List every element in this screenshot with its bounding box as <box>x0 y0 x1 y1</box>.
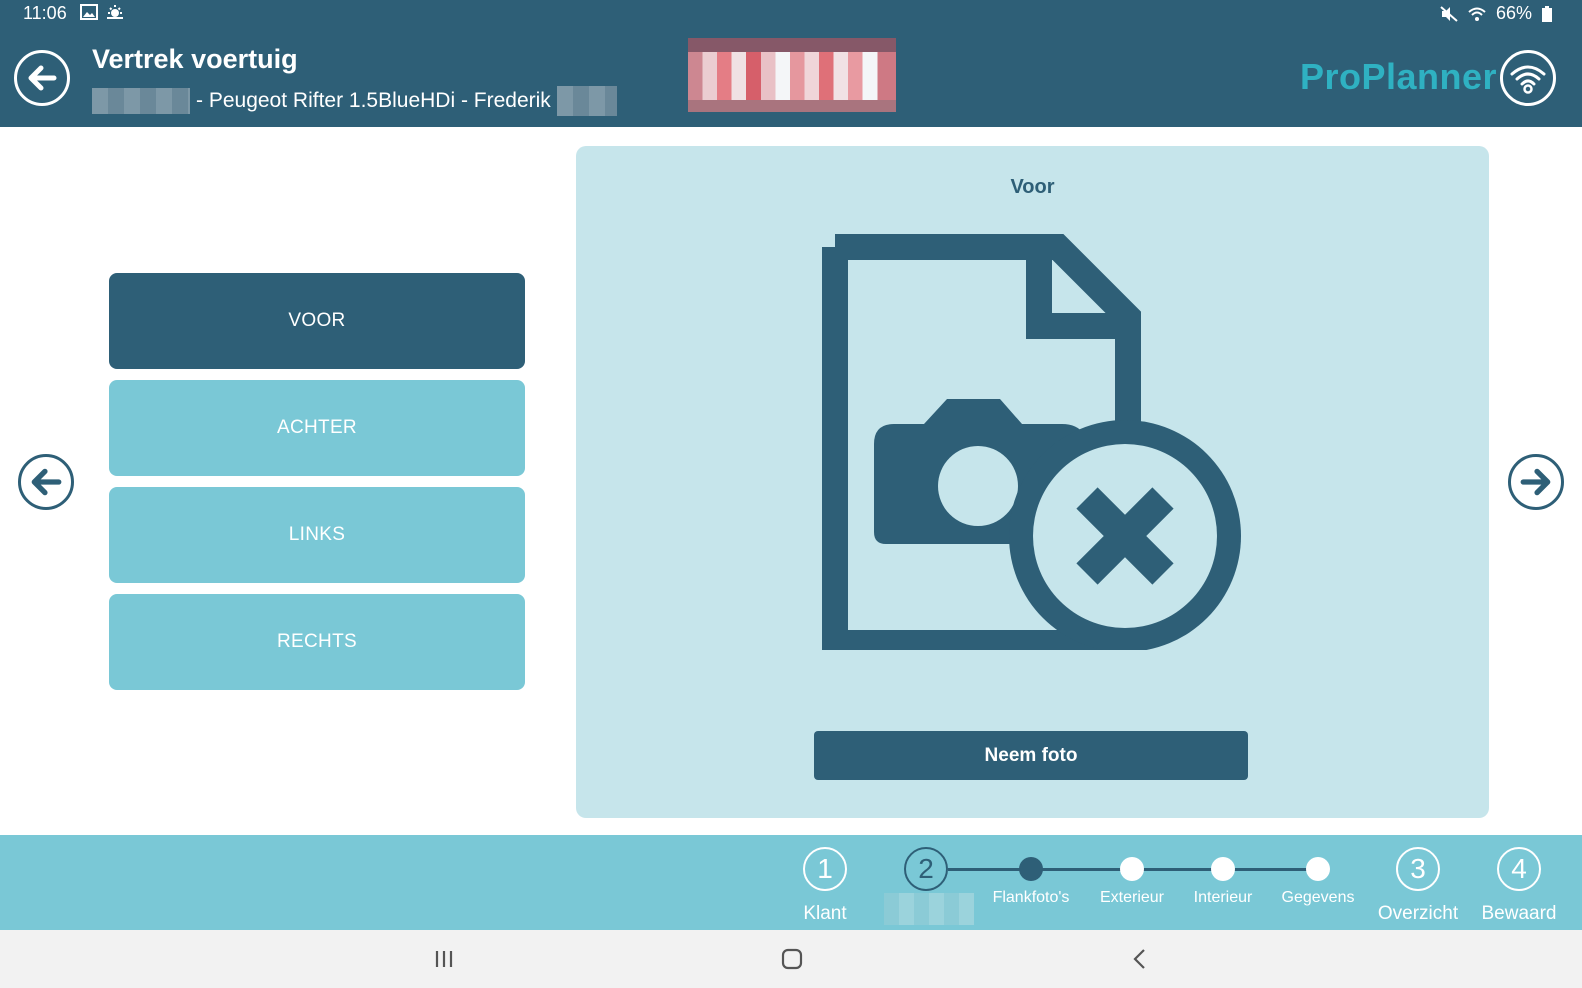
wifi-status-icon <box>1468 7 1486 21</box>
substep-dot-interieur[interactable] <box>1211 857 1235 881</box>
substep-label-gegevens: Gegevens <box>1281 889 1355 906</box>
recent-apps-button[interactable] <box>431 946 457 972</box>
substep-label-flankfotos: Flankfoto's <box>992 889 1070 906</box>
arrow-left-icon <box>31 468 62 496</box>
gallery-icon <box>80 4 98 20</box>
previous-button[interactable] <box>18 454 74 510</box>
substep-dot-flankfotos[interactable] <box>1019 857 1043 881</box>
side-selector: VOOR ACHTER LINKS RECHTS <box>109 273 525 690</box>
step-3-label: Overzicht <box>1377 903 1459 924</box>
substep-label-exterieur: Exterieur <box>1099 889 1165 906</box>
step-1-label: Klant <box>803 903 847 924</box>
weather-icon <box>107 5 123 19</box>
step-3-circle[interactable]: 3 <box>1396 847 1440 891</box>
arrow-left-icon <box>28 65 57 91</box>
vehicle-description: - Peugeot Rifter 1.5BlueHDi - Frederik <box>196 89 551 112</box>
side-button-achter[interactable]: ACHTER <box>109 380 525 476</box>
battery-icon <box>1542 5 1552 22</box>
home-icon <box>781 948 803 970</box>
step-2-circle[interactable]: 2 <box>904 847 948 891</box>
next-button[interactable] <box>1508 454 1564 510</box>
status-time: 11:06 <box>23 3 67 23</box>
substep-dot-gegevens[interactable] <box>1306 857 1330 881</box>
step-4-circle[interactable]: 4 <box>1497 847 1541 891</box>
side-button-rechts[interactable]: RECHTS <box>109 594 525 690</box>
photo-panel: Voor Neem foto <box>576 146 1489 818</box>
app-header: 11:06 66% Vertrek voertuig - Peugeot Rif… <box>0 0 1582 127</box>
redacted-license-plate <box>688 38 896 112</box>
page-title: Vertrek voertuig <box>92 44 298 74</box>
system-navigation-bar <box>0 930 1582 988</box>
back-button[interactable] <box>14 50 70 106</box>
home-button[interactable] <box>779 946 805 972</box>
take-photo-button[interactable]: Neem foto <box>814 731 1248 780</box>
redacted-step-label <box>884 893 974 925</box>
no-photo-icon <box>822 234 1241 650</box>
status-bar: 11:06 66% <box>0 0 1582 28</box>
brand-logo: ProPlanner <box>1300 56 1498 97</box>
system-back-button[interactable] <box>1127 946 1153 972</box>
connection-button[interactable] <box>1500 50 1556 106</box>
step-4-label: Bewaard <box>1481 903 1557 924</box>
wifi-icon <box>1510 65 1546 94</box>
arrow-right-icon <box>1520 468 1551 496</box>
mute-icon <box>1440 5 1458 22</box>
redacted-plate <box>92 88 190 114</box>
step-1-circle[interactable]: 1 <box>803 847 847 891</box>
substep-dot-exterieur[interactable] <box>1120 857 1144 881</box>
panel-title: Voor <box>1010 176 1055 198</box>
chevron-left-icon <box>1133 949 1145 969</box>
side-button-voor[interactable]: VOOR <box>109 273 525 369</box>
substep-label-interieur: Interieur <box>1193 889 1253 906</box>
progress-stepper: 1 Klant 2 Flankfoto's Exterieur Interieu… <box>0 835 1582 930</box>
battery-level: 66% <box>1495 3 1532 23</box>
side-button-links[interactable]: LINKS <box>109 487 525 583</box>
vehicle-subtitle: - Peugeot Rifter 1.5BlueHDi - Frederik <box>92 86 617 116</box>
recent-apps-icon <box>435 951 453 967</box>
redacted-name <box>556 86 617 116</box>
